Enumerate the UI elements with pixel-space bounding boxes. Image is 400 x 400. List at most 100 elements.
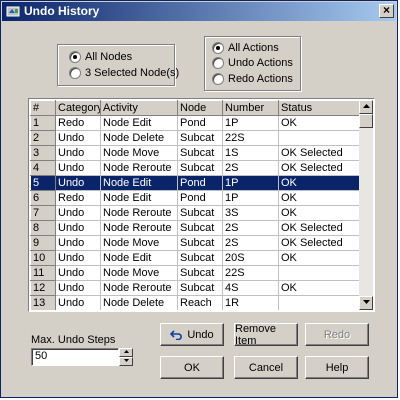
cell-category: Undo (55, 160, 101, 176)
radio-indicator (69, 51, 81, 63)
table-row[interactable]: 11 Undo Node Move Subcat 22S (30, 265, 360, 281)
cell-status: OK Selected (278, 160, 360, 176)
radio-indicator (212, 42, 224, 54)
radio-all-nodes[interactable]: All Nodes (69, 50, 132, 64)
cell-node: Subcat (177, 280, 223, 296)
column-header-index[interactable]: # (30, 100, 56, 116)
cell-index: 2 (30, 130, 56, 146)
undo-button-label: Undo (187, 328, 214, 341)
max-undo-steps-input[interactable]: 50 (31, 348, 119, 366)
cell-index: 4 (30, 160, 56, 176)
spin-down-button[interactable] (119, 357, 133, 366)
window-title: Undo History (24, 4, 100, 18)
cell-status: OK (278, 205, 360, 221)
redo-button[interactable]: Redo (305, 323, 369, 346)
cell-number: 1P (222, 115, 279, 131)
cell-activity: Node Move (100, 265, 178, 281)
cell-index: 12 (30, 280, 56, 296)
cell-category: Undo (55, 145, 101, 161)
cancel-button[interactable]: Cancel (234, 356, 298, 379)
close-button[interactable]: × (379, 4, 394, 18)
column-header-number[interactable]: Number (222, 100, 279, 116)
cell-number: 3S (222, 205, 279, 221)
undo-history-grid[interactable]: # Category Activity Node Number Status 1… (28, 98, 375, 312)
table-row[interactable]: 10 Undo Node Edit Subcat 20S OK (30, 250, 360, 266)
table-row[interactable]: 4 Undo Node Reroute Subcat 2S OK Selected (30, 160, 360, 176)
radio-indicator (212, 57, 224, 69)
cell-node: Reach (177, 295, 223, 310)
radio-label: All Nodes (85, 51, 133, 63)
radio-label: All Actions (228, 42, 279, 54)
arrow-down-icon (362, 300, 370, 304)
column-header-node[interactable]: Node (177, 100, 223, 116)
max-undo-steps-label: Max. Undo Steps (31, 334, 116, 346)
cell-node: Subcat (177, 220, 223, 236)
cell-status: OK Selected (278, 145, 360, 161)
column-header-category[interactable]: Category (55, 100, 101, 116)
radio-all-actions[interactable]: All Actions (212, 41, 279, 55)
cell-status: OK Selected (278, 220, 360, 236)
cell-index: 13 (30, 295, 56, 310)
table-row[interactable]: 6 Redo Node Edit Pond 1P OK (30, 190, 360, 206)
cell-number: 2S (222, 160, 279, 176)
radio-indicator (212, 73, 224, 85)
scroll-up-button[interactable] (359, 100, 373, 114)
cell-activity: Node Reroute (100, 280, 178, 296)
table-row[interactable]: 1 Redo Node Edit Pond 1P OK (30, 115, 360, 131)
cell-category: Undo (55, 205, 101, 221)
cell-activity: Node Edit (100, 250, 178, 266)
table-row[interactable]: 9 Undo Node Move Subcat 2S OK Selected (30, 235, 360, 251)
cell-number: 2S (222, 220, 279, 236)
cell-node: Subcat (177, 130, 223, 146)
cell-category: Undo (55, 175, 101, 191)
cell-category: Undo (55, 280, 101, 296)
vertical-scrollbar[interactable] (359, 100, 373, 310)
cell-category: Undo (55, 220, 101, 236)
radio-undo-actions[interactable]: Undo Actions (212, 56, 293, 70)
cell-number: 22S (222, 265, 279, 281)
spin-up-button[interactable] (119, 348, 133, 357)
cell-index: 10 (30, 250, 56, 266)
table-row[interactable]: 5 Undo Node Edit Pond 1P OK (30, 175, 360, 191)
cell-index: 5 (30, 175, 56, 191)
cell-status: OK (278, 115, 360, 131)
cell-category: Undo (55, 130, 101, 146)
close-icon: × (382, 3, 390, 17)
column-header-activity[interactable]: Activity (100, 100, 178, 116)
table-row[interactable]: 7 Undo Node Reroute Subcat 3S OK (30, 205, 360, 221)
cell-activity: Node Reroute (100, 160, 178, 176)
cell-index: 7 (30, 205, 56, 221)
scroll-thumb[interactable] (359, 114, 373, 128)
cell-node: Subcat (177, 235, 223, 251)
column-header-status[interactable]: Status (278, 100, 360, 116)
cell-number: 22S (222, 130, 279, 146)
undo-history-dialog: Undo History × All Nodes 3 Selected Node… (0, 0, 398, 398)
remove-item-button[interactable]: Remove Item (234, 323, 298, 347)
cell-node: Subcat (177, 205, 223, 221)
table-row[interactable]: 12 Undo Node Reroute Subcat 4S OK (30, 280, 360, 296)
title-bar: Undo History × (2, 2, 396, 21)
app-icon (6, 6, 20, 17)
radio-selected-nodes[interactable]: 3 Selected Node(s) (69, 66, 179, 80)
undo-button[interactable]: Undo (160, 323, 224, 346)
cell-category: Redo (55, 115, 101, 131)
table-row[interactable]: 8 Undo Node Reroute Subcat 2S OK Selected (30, 220, 360, 236)
cell-status (278, 295, 360, 310)
ok-button[interactable]: OK (160, 356, 224, 379)
cell-category: Undo (55, 235, 101, 251)
cancel-button-label: Cancel (248, 361, 284, 374)
ok-button-label: OK (184, 361, 200, 374)
table-row[interactable]: 13 Undo Node Delete Reach 1R (30, 295, 360, 310)
undo-arrow-icon (170, 329, 183, 340)
cell-node: Pond (177, 190, 223, 206)
scroll-down-button[interactable] (359, 296, 373, 310)
radio-redo-actions[interactable]: Redo Actions (212, 72, 293, 86)
cell-index: 9 (30, 235, 56, 251)
cell-status: OK (278, 190, 360, 206)
cell-activity: Node Delete (100, 295, 178, 310)
table-row[interactable]: 3 Undo Node Move Subcat 1S OK Selected (30, 145, 360, 161)
cell-activity: Node Edit (100, 175, 178, 191)
table-row[interactable]: 2 Undo Node Delete Subcat 22S (30, 130, 360, 146)
help-button[interactable]: Help (305, 356, 369, 379)
cell-node: Subcat (177, 145, 223, 161)
